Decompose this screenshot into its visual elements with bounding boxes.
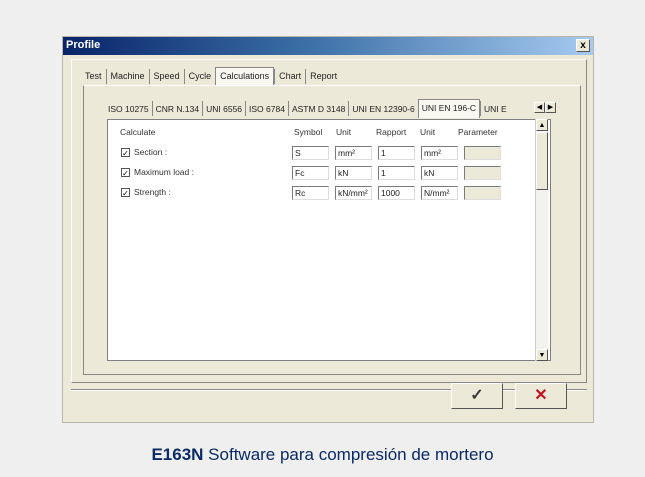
maximum-load-label: Maximum load : (134, 167, 194, 177)
header-rapport: Rapport (376, 127, 407, 137)
strength-symbol-field[interactable]: Rc (292, 186, 329, 200)
header-unit2: Unit (420, 127, 436, 137)
strength-parameter-field[interactable] (464, 186, 501, 200)
standard-tabs: ISO 10275 CNR N.134 UNI 6556 ISO 6784 AS… (105, 99, 510, 118)
tab-right-arrow-icon[interactable]: ▶ (545, 102, 556, 113)
tab-uni-6556[interactable]: UNI 6556 (202, 101, 245, 116)
top-tabs: Test Machine Speed Cycle Calculations Ch… (83, 67, 341, 86)
scroll-up-icon[interactable]: ▲ (536, 119, 548, 131)
tab-left-arrow-icon[interactable]: ◀ (534, 102, 545, 113)
strength-label: Strength : (134, 187, 171, 197)
vertical-scrollbar[interactable]: ▲ ▼ (535, 119, 548, 361)
tab-calculations[interactable]: Calculations (215, 67, 275, 86)
tab-iso-6784[interactable]: ISO 6784 (245, 101, 288, 116)
section-checkbox[interactable]: ✓ (121, 148, 130, 158)
strength-rapport-field[interactable]: 1000 (378, 186, 415, 200)
maximum-load-symbol-field[interactable]: Fc (292, 166, 329, 180)
section-symbol-field[interactable]: S (292, 146, 329, 160)
tab-astm-d3148[interactable]: ASTM D 3148 (287, 101, 348, 116)
tab-machine[interactable]: Machine (105, 69, 149, 84)
tab-cnr-n134[interactable]: CNR N.134 (151, 101, 202, 116)
tab-uni-e[interactable]: UNI E (480, 101, 510, 116)
scroll-down-icon[interactable]: ▼ (536, 349, 548, 361)
tab-uni-en-12390-6[interactable]: UNI EN 12390-6 (348, 101, 417, 116)
window-title: Profile (66, 39, 101, 51)
header-symbol: Symbol (294, 127, 323, 137)
maximum-load-unit2-field[interactable]: kN (421, 166, 458, 180)
section-unit-field[interactable]: mm² (335, 146, 372, 160)
divider (71, 389, 587, 391)
product-caption: E163N Software para compresión de morter… (0, 445, 645, 465)
maximum-load-checkbox[interactable]: ✓ (121, 168, 130, 178)
scroll-thumb[interactable] (536, 132, 548, 190)
caption-code: E163N (151, 445, 204, 464)
caption-text: Software para compresión de mortero (208, 445, 494, 464)
profile-dialog: Profile x Test Machine Speed Cycle Calcu… (62, 36, 594, 423)
ok-button[interactable]: ✓ (451, 383, 503, 409)
section-label: Section : (134, 147, 168, 157)
header-unit: Unit (336, 127, 352, 137)
section-parameter-field[interactable] (464, 146, 501, 160)
strength-unit2-field[interactable]: N/mm² (421, 186, 458, 200)
header-parameter: Parameter (458, 127, 498, 137)
tab-chart[interactable]: Chart (274, 69, 305, 84)
strength-checkbox[interactable]: ✓ (121, 188, 130, 198)
tab-iso-10275[interactable]: ISO 10275 (105, 101, 152, 116)
tab-test[interactable]: Test (83, 69, 106, 84)
maximum-load-rapport-field[interactable]: 1 (378, 166, 415, 180)
calculation-grid: Calculate Symbol Unit Rapport Unit Param… (107, 119, 551, 361)
tab-uni-en-196-c[interactable]: UNI EN 196-C (417, 99, 481, 118)
tab-cycle[interactable]: Cycle (183, 69, 216, 84)
strength-unit-field[interactable]: kN/mm² (335, 186, 372, 200)
cancel-button[interactable]: ✕ (515, 383, 567, 409)
tab-speed[interactable]: Speed (148, 69, 184, 84)
section-rapport-field[interactable]: 1 (378, 146, 415, 160)
tab-scroll: ◀ ▶ (534, 102, 556, 113)
title-bar: Profile x (63, 37, 593, 55)
header-calculate: Calculate (120, 127, 156, 137)
tab-report[interactable]: Report (305, 69, 341, 84)
maximum-load-unit-field[interactable]: kN (335, 166, 372, 180)
close-button[interactable]: x (576, 39, 590, 52)
section-unit2-field[interactable]: mm² (421, 146, 458, 160)
maximum-load-parameter-field[interactable] (464, 166, 501, 180)
